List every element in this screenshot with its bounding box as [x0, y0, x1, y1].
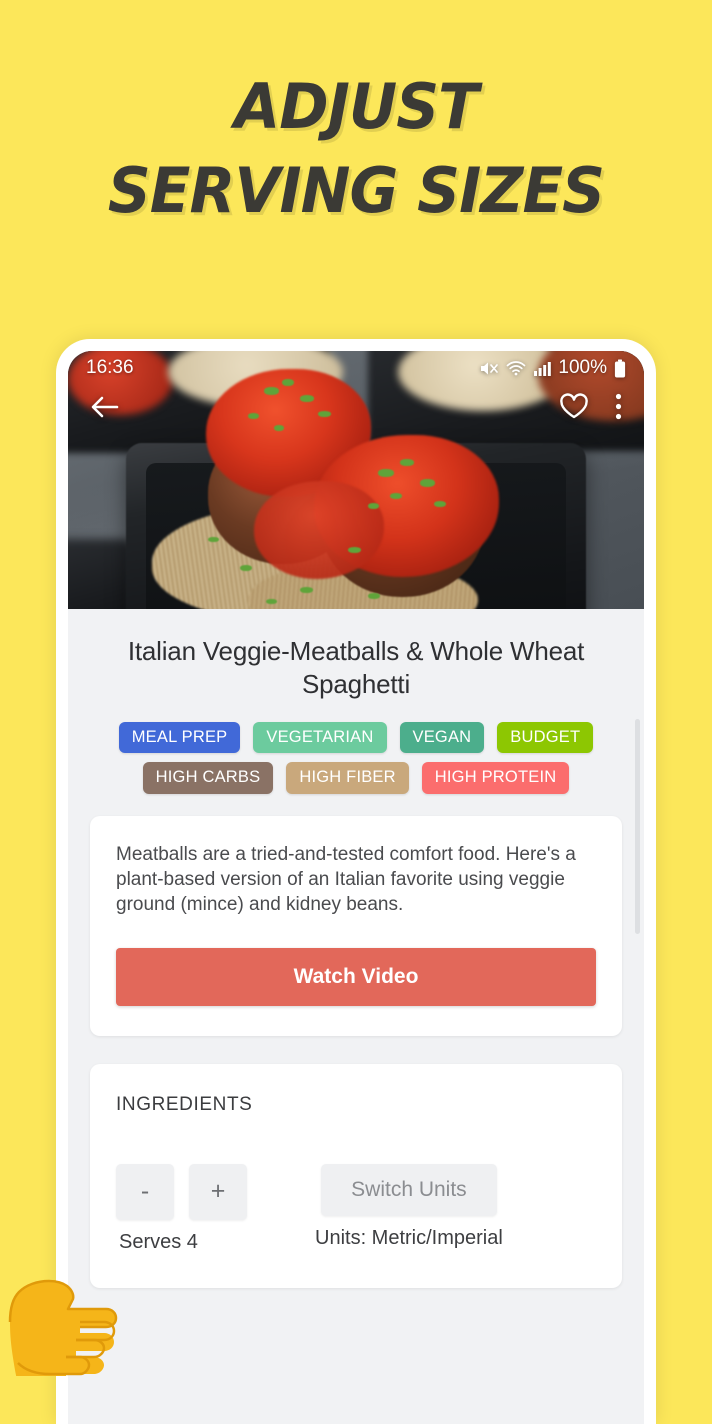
- decrease-servings-button[interactable]: -: [116, 1163, 174, 1220]
- status-bar-time: 16:36: [86, 357, 134, 378]
- units-group: Switch Units Units: Metric/Imperial: [315, 1163, 503, 1250]
- status-bar: 16:36 100%: [68, 351, 644, 385]
- recipe-tag[interactable]: HIGH FIBER: [286, 762, 409, 794]
- recipe-tag[interactable]: VEGAN: [399, 721, 485, 754]
- back-arrow-icon[interactable]: [90, 394, 120, 420]
- more-vertical-icon[interactable]: [615, 393, 622, 420]
- heart-outline-icon[interactable]: [559, 393, 589, 420]
- ingredients-heading: INGREDIENTS: [116, 1093, 253, 1115]
- recipe-tag-list: MEAL PREP VEGETARIAN VEGAN BUDGET HIGH C…: [68, 702, 644, 794]
- wifi-icon: [506, 360, 526, 377]
- servings-group: - + Serves 4: [116, 1163, 247, 1254]
- increase-servings-button[interactable]: +: [189, 1163, 247, 1220]
- description-card: Meatballs are a tried-and-tested comfort…: [90, 815, 622, 1036]
- recipe-tag[interactable]: MEAL PREP: [118, 721, 241, 754]
- recipe-tag[interactable]: BUDGET: [497, 721, 594, 754]
- serves-label: Serves 4: [119, 1230, 198, 1253]
- recipe-description: Meatballs are a tried-and-tested comfort…: [116, 843, 576, 916]
- phone-mockup: 16:36 100% Italian Veggie-Meatballs & Wh…: [56, 339, 656, 1424]
- cellular-signal-icon: [533, 360, 552, 377]
- watch-video-button[interactable]: Watch Video: [116, 947, 596, 1006]
- units-label: Units: Metric/Imperial: [315, 1226, 503, 1249]
- pointing-right-hand-emoji: [6, 1268, 128, 1376]
- food-photo: [68, 351, 644, 609]
- battery-percentage: 100%: [558, 357, 607, 378]
- switch-units-button[interactable]: Switch Units: [321, 1163, 497, 1216]
- recipe-hero-image: 16:36 100%: [68, 351, 644, 609]
- battery-icon: [614, 359, 626, 378]
- ingredients-card: INGREDIENTS - + Serves 4 Switch Units Un…: [90, 1063, 622, 1288]
- recipe-content: Italian Veggie-Meatballs & Whole Wheat S…: [68, 609, 644, 1288]
- mute-icon: [479, 360, 499, 377]
- recipe-tag[interactable]: HIGH PROTEIN: [421, 762, 570, 794]
- recipe-tag[interactable]: HIGH CARBS: [142, 762, 274, 794]
- promo-headline-line-1: ADJUST: [234, 70, 479, 143]
- vertical-scrollbar[interactable]: [635, 719, 640, 934]
- promo-headline: ADJUST SERVING SIZES: [0, 76, 712, 222]
- hero-navigation-bar: [68, 393, 644, 420]
- recipe-tag[interactable]: VEGETARIAN: [253, 721, 387, 754]
- phone-screen: 16:36 100% Italian Veggie-Meatballs & Wh…: [68, 351, 644, 1424]
- serving-controls: - + Serves 4 Switch Units Units: Metric/…: [116, 1163, 596, 1254]
- promo-headline-line-2: SERVING SIZES: [107, 154, 605, 227]
- recipe-title: Italian Veggie-Meatballs & Whole Wheat S…: [127, 636, 585, 700]
